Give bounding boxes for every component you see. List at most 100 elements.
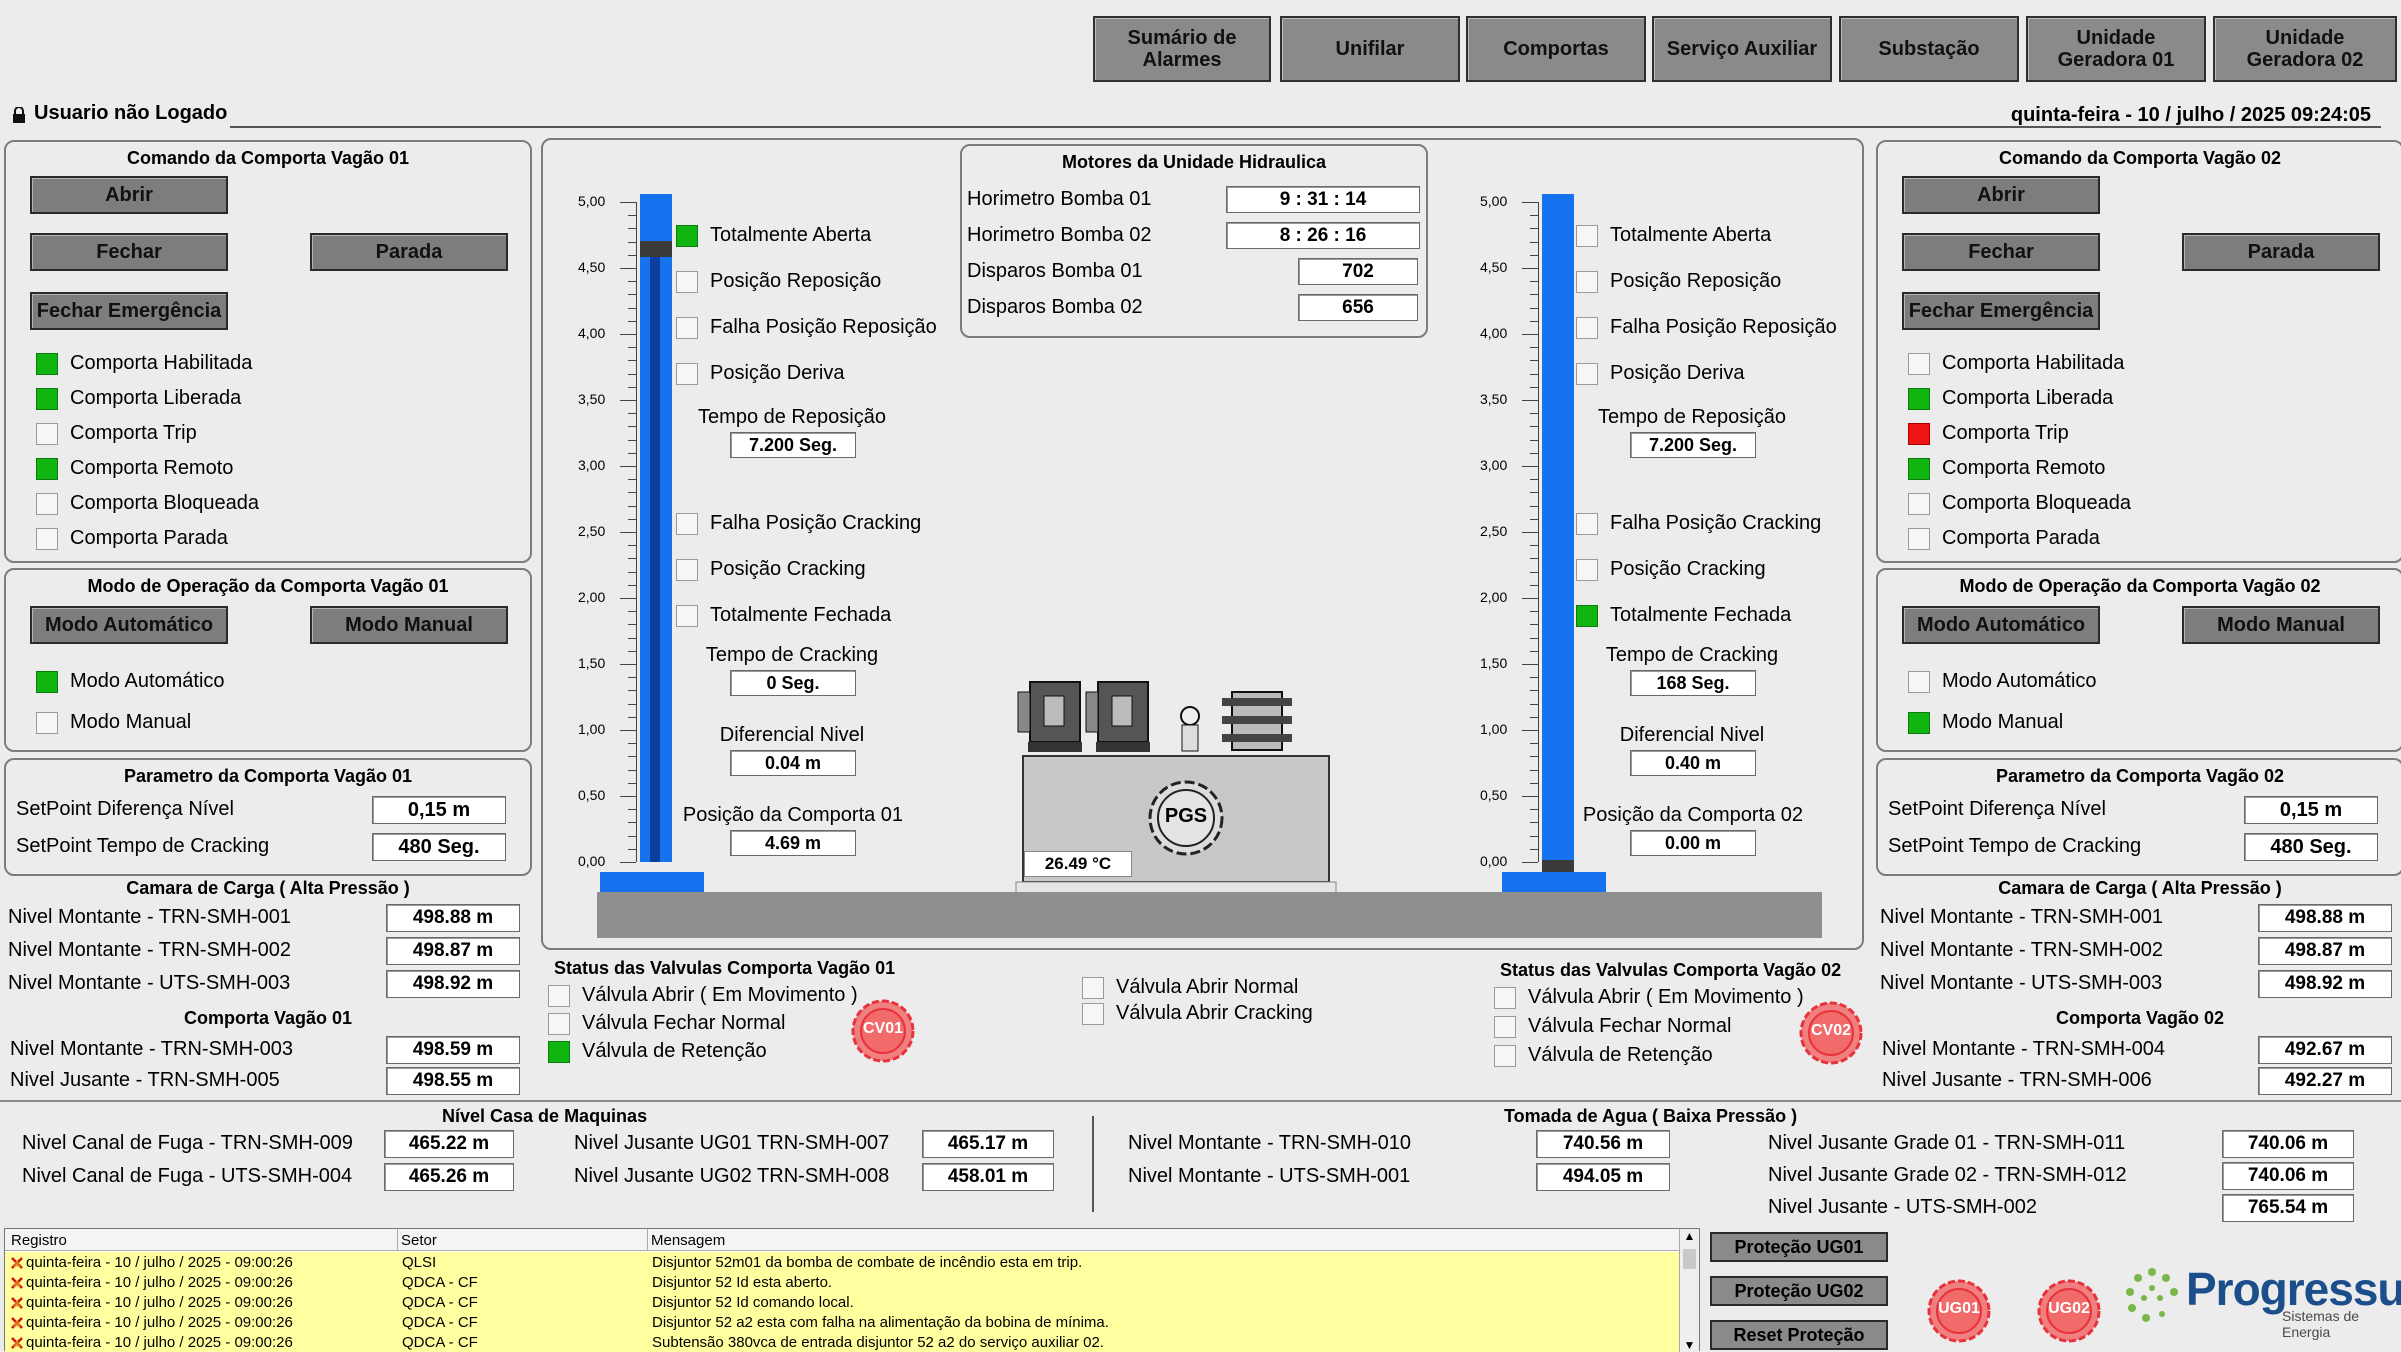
log-scrollbar[interactable]: ▲ ▼ [1679,1229,1699,1352]
casa-level-value: 465.26 m [384,1163,514,1191]
camara-level-value: 498.88 m [386,904,520,932]
log-row[interactable]: quinta-feira - 10 / julho / 2025 - 09:00… [11,1332,1681,1352]
scale-major-tick [620,796,636,797]
scale-minor-tick [1530,518,1538,520]
scale-minor-tick [1530,743,1538,745]
nav-unidade-geradora-01-button[interactable]: Unidade Geradora 01 [2026,16,2206,82]
status-label: Comporta Liberada [1942,387,2114,409]
status-lamp [1908,387,1930,410]
status-label: Válvula de Retenção [1528,1044,1713,1066]
scale-minor-tick [1530,426,1538,428]
alarm-log-header [5,1229,1681,1251]
status-label: Modo Automático [70,670,225,692]
scale-minor-tick [628,624,636,626]
scale-minor-tick [1530,677,1538,679]
scale-minor-tick [1530,360,1538,362]
header-divider [230,126,2381,128]
nav-unidade-geradora-02-button[interactable]: Unidade Geradora 02 [2213,16,2397,82]
status-label: Comporta Trip [1942,422,2069,444]
stop-button[interactable]: Parada [310,233,508,271]
nav-unifilar-button[interactable]: Unifilar [1280,16,1460,82]
alarm-log[interactable]: Registro Setor Mensagem quinta-feira - 1… [4,1228,1700,1352]
log-row[interactable]: quinta-feira - 10 / julho / 2025 - 09:00… [11,1272,1681,1292]
scale-minor-tick [628,479,636,481]
nav-comportas-button[interactable]: Comportas [1466,16,1646,82]
scale-tick-label: 2,50 [1480,523,1508,539]
scale-major-tick [1522,532,1538,533]
nav-servico-auxiliar-button[interactable]: Serviço Auxiliar [1652,16,1832,82]
camara-level-label: Nivel Montante - TRN-SMH-001 [8,906,292,928]
log-sector: QDCA - CF [402,1313,478,1331]
scale-minor-tick [628,505,636,507]
protecao-ug02-button[interactable]: Proteção UG02 [1710,1276,1888,1306]
scale-axis [636,202,637,862]
nav-substacao-button[interactable]: Substação [1839,16,2019,82]
setpoint-crack-input[interactable]: 480 Seg. [372,833,506,861]
open-button[interactable]: Abrir [1902,176,2100,214]
status-lamp [36,422,58,445]
status-lamp [1576,604,1598,627]
log-row[interactable]: quinta-feira - 10 / julho / 2025 - 09:00… [11,1312,1681,1332]
scale-minor-tick [628,782,636,784]
scale-major-tick [620,334,636,335]
close-button[interactable]: Fechar [30,233,228,271]
status-lamp [1908,711,1930,734]
manual-mode-button[interactable]: Modo Manual [310,606,508,644]
status-lamp [1908,670,1930,693]
stop-button[interactable]: Parada [2182,233,2380,271]
auto-mode-button[interactable]: Modo Automático [30,606,228,644]
protecao-ug01-button[interactable]: Proteção UG01 [1710,1232,1888,1262]
log-row[interactable]: quinta-feira - 10 / julho / 2025 - 09:00… [11,1252,1681,1272]
emergency-close-button[interactable]: Fechar Emergência [1902,292,2100,330]
casa-level-label: Nivel Canal de Fuga - TRN-SMH-009 [22,1132,353,1154]
status-label: Válvula Abrir Cracking [1116,1002,1313,1024]
status-label: Válvula de Retenção [582,1040,767,1062]
scale-minor-tick [1530,637,1538,639]
scale-tick-label: 3,50 [578,391,606,407]
level-diff-value: 0.40 m [1630,750,1756,776]
reposition-time-label: Tempo de Reposição [1598,406,1786,428]
scale-minor-tick [1530,822,1538,824]
scale-minor-tick [1530,228,1538,230]
status-lamp [548,1040,570,1063]
scale-tick-label: 2,00 [578,589,606,605]
auto-mode-button[interactable]: Modo Automático [1902,606,2100,644]
scale-minor-tick [1530,848,1538,850]
gate-level-label: Nivel Jusante - TRN-SMH-006 [1882,1069,2152,1091]
gate-levels-title: Comporta Vagão 01 [183,1008,353,1028]
col-mensagem[interactable]: Mensagem [651,1232,725,1249]
reset-protecao-button[interactable]: Reset Proteção [1710,1320,1888,1350]
scale-minor-tick [1530,716,1538,718]
col-registro[interactable]: Registro [11,1232,67,1249]
manual-mode-button[interactable]: Modo Manual [2182,606,2380,644]
setpoint-diff-input[interactable]: 0,15 m [2244,796,2378,824]
status-comporta-habilitada: Comporta Habilitada [1908,352,2124,375]
scale-minor-tick [628,254,636,256]
status-comporta-parada: Comporta Parada [1908,527,2100,550]
motor-row-value: 702 [1298,258,1418,285]
scale-major-tick [1522,796,1538,797]
setpoint-diff-input[interactable]: 0,15 m [372,796,506,824]
status-label: Totalmente Fechada [1610,604,1792,626]
casa-downstream-label: Nivel Jusante UG01 TRN-SMH-007 [574,1132,890,1154]
scale-major-tick [620,862,636,863]
col-setor[interactable]: Setor [401,1232,437,1249]
setpoint-crack-input[interactable]: 480 Seg. [2244,833,2378,861]
scale-minor-tick [628,360,636,362]
gate-levels-title: Comporta Vagão 02 [2055,1008,2225,1028]
log-row[interactable]: quinta-feira - 10 / julho / 2025 - 09:00… [11,1292,1681,1312]
open-button[interactable]: Abrir [30,176,228,214]
brand-subtitle: Sistemas de Energia [2282,1308,2360,1340]
scale-minor-tick [628,716,636,718]
scale-tick-label: 0,50 [578,787,606,803]
scale-major-tick [1522,202,1538,203]
status-label: Comporta Remoto [1942,457,2106,479]
gate-falha-posicao-cracking: Falha Posição Cracking [676,512,921,535]
scale-minor-tick [1530,452,1538,454]
emergency-close-button[interactable]: Fechar Emergência [30,292,228,330]
log-time: quinta-feira - 10 / julho / 2025 - 09:00… [26,1253,293,1271]
close-button[interactable]: Fechar [1902,233,2100,271]
gate-level-value: 492.27 m [2258,1067,2392,1095]
nav-sumario-de-alarmes-button[interactable]: Sumário de Alarmes [1093,16,1271,82]
scale-minor-tick [1530,439,1538,441]
